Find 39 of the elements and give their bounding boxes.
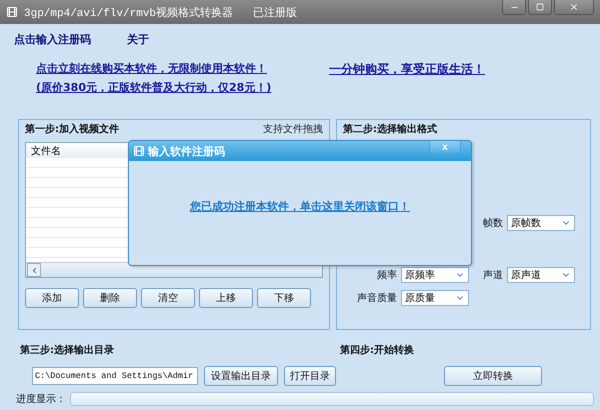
menu-item[interactable]: 关于: [127, 32, 149, 47]
list-button[interactable]: 删除: [83, 288, 137, 308]
app-icon: [133, 145, 145, 157]
dialog-title: 输入软件注册码: [148, 144, 225, 158]
list-button[interactable]: 下移: [257, 288, 311, 308]
list-button[interactable]: 清空: [141, 288, 195, 308]
option-label: 帧数: [483, 216, 504, 230]
output-path-field[interactable]: C:\Documents and Settings\Admir: [32, 367, 198, 385]
purchase-link[interactable]: 点击立刻在线购买本软件，无限制使用本软件！: [36, 61, 267, 76]
scroll-left-button[interactable]: [27, 263, 41, 277]
list-button[interactable]: 添加: [25, 288, 79, 308]
option-dropdown[interactable]: 原质量: [401, 290, 469, 306]
option-dropdown[interactable]: 原帧数: [507, 215, 575, 231]
menu-item[interactable]: 点击输入注册码: [14, 32, 91, 47]
window-title: 3gp/mp4/avi/flv/rmvb视频格式转换器: [24, 6, 234, 20]
drag-hint: 支持文件拖拽: [263, 122, 323, 136]
purchase-link[interactable]: (原价380元，正版软件普及大行动，仅28元！): [36, 80, 272, 95]
maximize-button[interactable]: [528, 0, 552, 15]
step-title: 第二步:选择输出格式: [343, 122, 437, 136]
option-label: 声道: [483, 268, 504, 282]
set-output-button[interactable]: 设置输出目录: [204, 366, 278, 386]
step-title: 第三步:选择输出目录: [20, 345, 114, 356]
app-icon: [6, 6, 18, 18]
maximize-icon: [536, 3, 544, 11]
progress-label: 进度显示：: [16, 392, 66, 406]
close-icon: [569, 2, 579, 12]
option-dropdown[interactable]: 原频率: [401, 267, 469, 283]
step-title: 第四步:开始转换: [340, 345, 414, 356]
minimize-button[interactable]: [502, 0, 526, 15]
option-label: 声音质量: [357, 292, 398, 305]
edition-label: 已注册版: [253, 4, 298, 20]
convert-button[interactable]: 立即转换: [444, 366, 542, 386]
open-folder-button[interactable]: 打开目录: [284, 366, 336, 386]
step-title: 第一步:加入视频文件: [25, 122, 119, 136]
slogan-link[interactable]: 一分钟购买，享受正版生活！: [329, 61, 485, 78]
close-button[interactable]: [554, 0, 594, 15]
option-dropdown[interactable]: 原声道: [507, 267, 575, 283]
option-label: 频率: [377, 268, 398, 282]
list-button[interactable]: 上移: [199, 288, 253, 308]
